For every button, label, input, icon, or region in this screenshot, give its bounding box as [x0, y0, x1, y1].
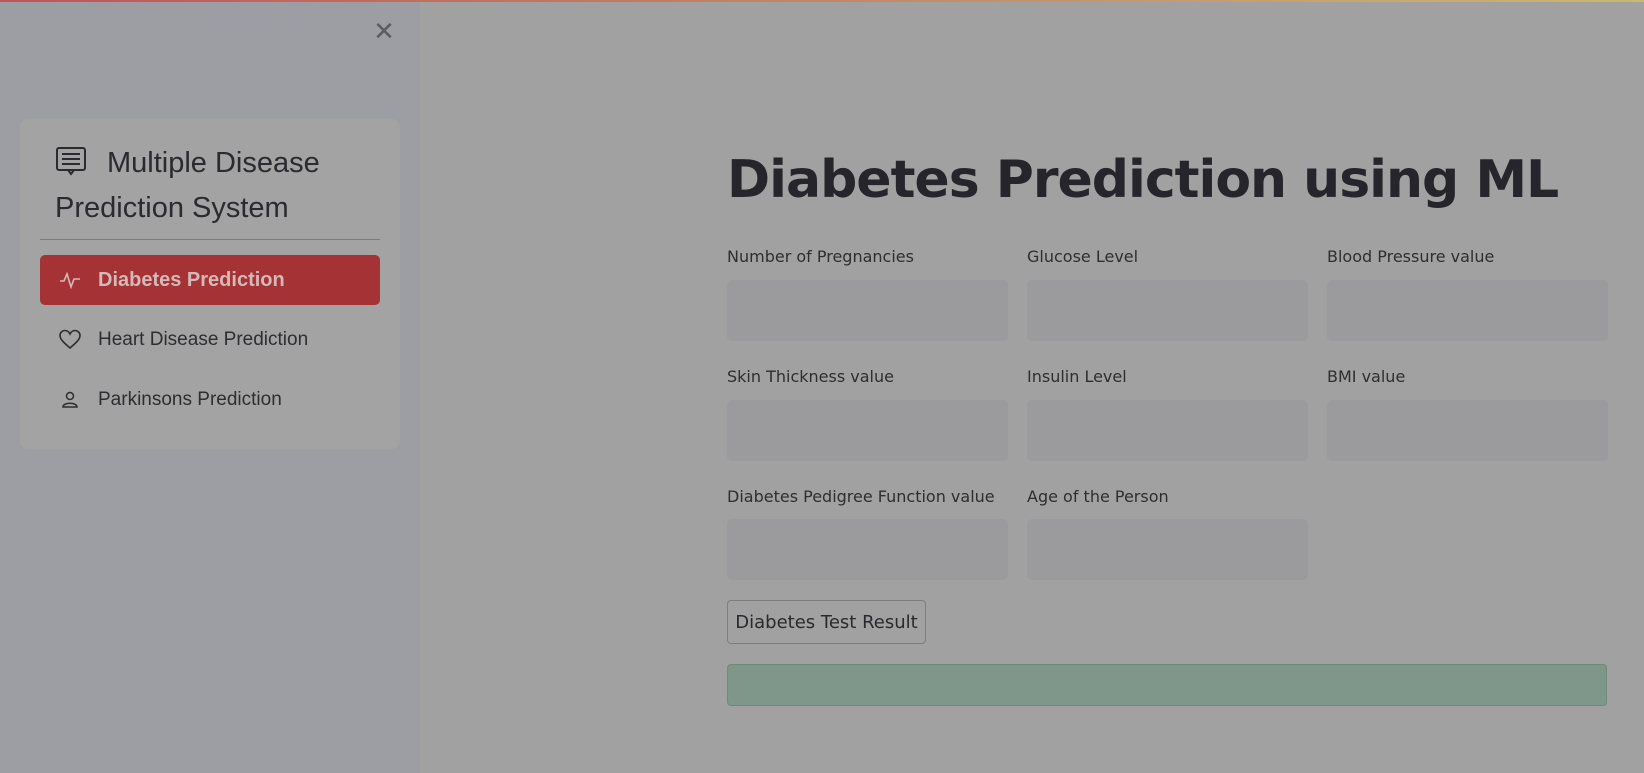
menu-item-label: Diabetes Prediction — [98, 268, 285, 291]
diabetes-test-result-button[interactable]: Diabetes Test Result — [727, 600, 926, 644]
glucose-input[interactable] — [1027, 280, 1308, 341]
menu-item-parkinsons-prediction[interactable]: Parkinsons Prediction — [40, 375, 380, 425]
pedigree-function-input[interactable] — [727, 519, 1008, 580]
bmi-label: BMI value — [1327, 367, 1406, 386]
skin-thickness-label: Skin Thickness value — [727, 367, 894, 386]
pedigree-function-label: Diabetes Pedigree Function value — [727, 487, 995, 506]
blood-pressure-input[interactable] — [1327, 280, 1608, 341]
menu-divider — [40, 239, 380, 240]
option-menu: Multiple Disease Prediction System Diabe… — [20, 119, 400, 449]
list-alt-icon — [55, 144, 87, 177]
menu-title-text: Multiple Disease Prediction System — [55, 147, 320, 224]
skin-thickness-input[interactable] — [727, 400, 1008, 461]
close-icon[interactable]: ✕ — [372, 19, 396, 45]
heart-icon — [58, 328, 82, 352]
page-title: Diabetes Prediction using ML — [727, 150, 1559, 210]
menu-item-diabetes-prediction[interactable]: Diabetes Prediction — [40, 255, 380, 305]
menu-title: Multiple Disease Prediction System — [55, 141, 375, 231]
pregnancies-label: Number of Pregnancies — [727, 247, 914, 266]
menu-item-label: Parkinsons Prediction — [98, 389, 282, 410]
age-label: Age of the Person — [1027, 487, 1169, 506]
sidebar: ✕ Multiple Disease Prediction System Dia — [0, 0, 420, 773]
menu-item-heart-disease-prediction[interactable]: Heart Disease Prediction — [40, 315, 380, 365]
bmi-input[interactable] — [1327, 400, 1608, 461]
blood-pressure-label: Blood Pressure value — [1327, 247, 1495, 266]
top-accent-bar — [0, 0, 1644, 2]
pregnancies-input[interactable] — [727, 280, 1008, 341]
activity-icon — [58, 268, 82, 292]
insulin-input[interactable] — [1027, 400, 1308, 461]
insulin-label: Insulin Level — [1027, 367, 1127, 386]
person-icon — [58, 388, 82, 412]
menu-item-label: Heart Disease Prediction — [98, 329, 309, 350]
glucose-label: Glucose Level — [1027, 247, 1139, 266]
age-input[interactable] — [1027, 519, 1308, 580]
result-success-box — [727, 664, 1607, 706]
